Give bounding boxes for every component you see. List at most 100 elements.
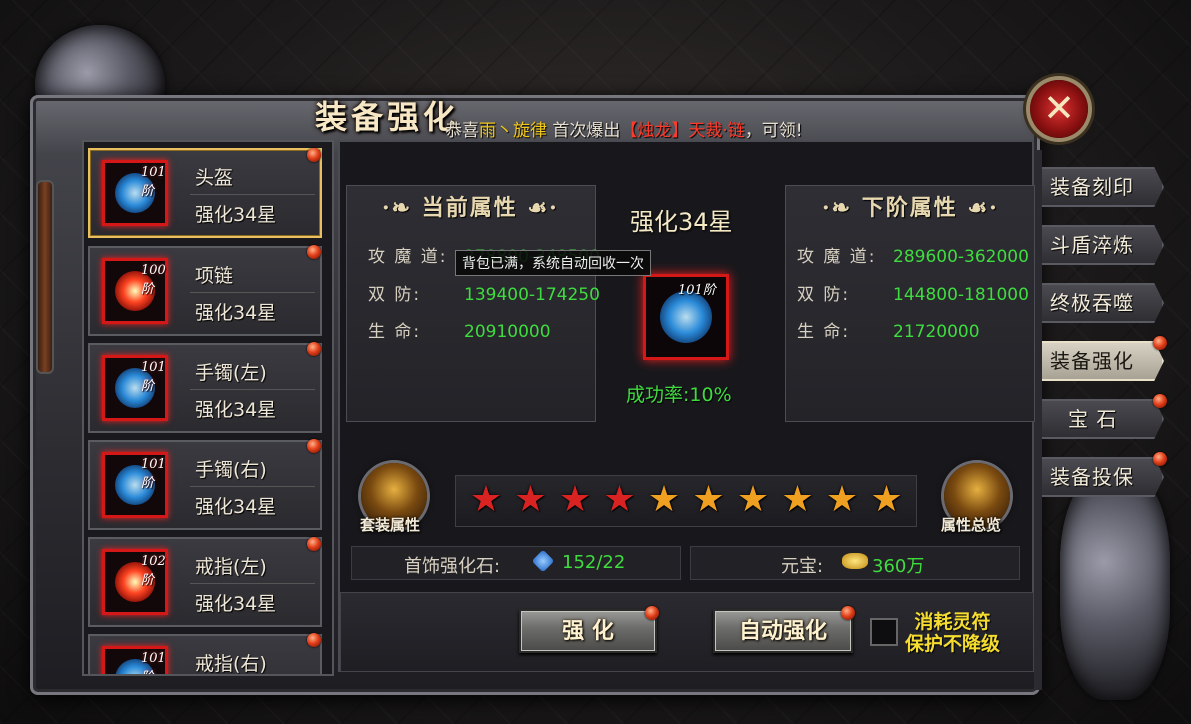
marquee-mid: 首次爆出 bbox=[552, 121, 621, 141]
item-level: 强化34星 bbox=[195, 302, 277, 324]
equipment-icon: 101阶 bbox=[102, 160, 168, 226]
selected-equipment-slot[interactable]: 101阶 bbox=[643, 274, 729, 360]
equipment-icon: 101阶 bbox=[102, 646, 168, 674]
equipment-icon: 101阶 bbox=[102, 355, 168, 421]
item-name: 戒指(左) bbox=[195, 556, 267, 578]
marquee-item: 【烛龙】天裁·链 bbox=[620, 121, 745, 141]
gold-resource: 元宝: bbox=[781, 552, 823, 578]
star-filled-gold-icon: ★ bbox=[870, 479, 903, 520]
star-filled-gold-icon: ★ bbox=[781, 479, 814, 520]
item-tier: 101阶 bbox=[141, 360, 166, 394]
item-tier: 101阶 bbox=[141, 457, 166, 491]
star-filled-red-icon: ★ bbox=[469, 479, 503, 520]
tooltip: 背包已满，系统自动回收一次 bbox=[455, 250, 651, 276]
success-rate: 成功率:10% bbox=[626, 384, 732, 406]
protect-label-line1: 消耗灵符 bbox=[914, 611, 991, 633]
stone-value: 152/22 bbox=[562, 552, 626, 573]
divider bbox=[190, 292, 315, 293]
attr-value: 139400-174250 bbox=[464, 285, 600, 305]
marquee-suffix: ，可领! bbox=[744, 121, 803, 141]
scroll-rail[interactable] bbox=[36, 180, 54, 374]
ornament-icon: ☙· bbox=[517, 195, 559, 221]
stone-resource-box bbox=[351, 546, 681, 580]
gold-label: 元宝: bbox=[781, 556, 824, 577]
button-notification-dot bbox=[645, 606, 659, 620]
equipment-item-ring-right[interactable]: 101阶 戒指(右) bbox=[88, 634, 322, 675]
item-tier: 101阶 bbox=[141, 651, 166, 674]
attr-overview-label: 属性总览 bbox=[941, 516, 1002, 534]
item-tier: 102阶 bbox=[141, 554, 166, 588]
equipment-icon: 100阶 bbox=[102, 258, 168, 324]
equipment-icon: 101阶 bbox=[102, 452, 168, 518]
star-filled-gold-icon: ★ bbox=[692, 479, 725, 520]
star-filled-red-icon: ★ bbox=[558, 479, 592, 520]
tab-equip-enhance[interactable]: 装备强化 bbox=[1042, 341, 1164, 381]
close-button[interactable]: ✕ bbox=[1030, 80, 1088, 138]
attr-label: 生 命: bbox=[368, 322, 422, 342]
gold-value: 360万 bbox=[872, 556, 925, 577]
next-attr-row: 攻 魔 道: 289600-362000 bbox=[797, 242, 1029, 267]
tab-ultimate-devour[interactable]: 终极吞噬 bbox=[1042, 283, 1164, 323]
current-attr-row: 生 命: 20910000 bbox=[368, 317, 551, 342]
attr-value: 20910000 bbox=[464, 322, 551, 342]
item-name: 手镯(右) bbox=[195, 459, 267, 481]
equipment-item-bracelet-right[interactable]: 101阶 手镯(右) 强化34星 bbox=[88, 440, 322, 530]
current-attr-header: ·❧ 当前属性 ☙· bbox=[382, 190, 559, 222]
close-icon: ✕ bbox=[1043, 86, 1075, 130]
auto-enhance-button[interactable]: 自动强化 bbox=[713, 609, 853, 653]
item-notification-dot bbox=[307, 342, 321, 356]
attr-value: 21720000 bbox=[893, 322, 980, 342]
item-name: 戒指(右) bbox=[195, 653, 267, 675]
next-attr-row: 双 防: 144800-181000 bbox=[797, 280, 1029, 305]
tab-equip-insure[interactable]: 装备投保 bbox=[1042, 457, 1164, 497]
tab-shield-temper[interactable]: 斗盾淬炼 bbox=[1042, 225, 1164, 265]
window-title: 装备强化 bbox=[315, 98, 460, 136]
ornament-icon: ☙· bbox=[957, 195, 999, 221]
item-tier: 101阶 bbox=[141, 165, 166, 199]
equipment-item-ring-left[interactable]: 102阶 戒指(左) 强化34星 bbox=[88, 537, 322, 627]
star-filled-gold-icon: ★ bbox=[825, 479, 859, 520]
item-notification-dot bbox=[307, 633, 321, 647]
item-tier: 100阶 bbox=[141, 263, 166, 297]
item-level: 强化34星 bbox=[195, 593, 277, 615]
announcement-marquee: 恭喜雨丶旋律 首次爆出【烛龙】天裁·链，可领! bbox=[445, 116, 803, 141]
attr-label: 双 防: bbox=[797, 285, 851, 305]
tab-gem[interactable]: 宝 石 bbox=[1042, 399, 1164, 439]
tab-notification-dot bbox=[1153, 336, 1167, 350]
equipment-item-necklace[interactable]: 100阶 项链 强化34星 bbox=[88, 246, 322, 336]
equipment-item-bracelet-left[interactable]: 101阶 手镯(左) 强化34星 bbox=[88, 343, 322, 433]
attr-value: 289600-362000 bbox=[893, 247, 1029, 267]
item-notification-dot bbox=[307, 537, 321, 551]
current-attr-title: 当前属性 bbox=[421, 195, 518, 221]
item-name: 项链 bbox=[195, 265, 234, 287]
item-level: 强化34星 bbox=[195, 496, 277, 518]
stone-label: 首饰强化石: bbox=[404, 556, 501, 577]
item-notification-dot bbox=[307, 148, 321, 162]
enhance-button[interactable]: 强 化 bbox=[519, 609, 657, 653]
enhance-level-title: 强化34星 bbox=[630, 208, 733, 236]
equipment-item-helmet[interactable]: 101阶 头盔 强化34星 bbox=[88, 148, 322, 238]
item-name: 头盔 bbox=[195, 167, 234, 189]
gold-ingot-icon bbox=[842, 553, 868, 569]
ornament-icon: ·❧ bbox=[382, 195, 422, 221]
stone-resource: 首饰强化石: bbox=[404, 552, 500, 578]
divider bbox=[190, 194, 315, 195]
attr-label: 攻 魔 道: bbox=[797, 247, 877, 267]
protect-checkbox[interactable] bbox=[870, 618, 898, 646]
item-notification-dot bbox=[307, 245, 321, 259]
star-filled-gold-icon: ★ bbox=[736, 479, 770, 520]
divider bbox=[190, 486, 315, 487]
next-attr-header: ·❧ 下阶属性 ☙· bbox=[822, 190, 999, 222]
item-notification-dot bbox=[307, 439, 321, 453]
tab-notification-dot bbox=[1153, 452, 1167, 466]
marquee-prefix: 恭喜 bbox=[445, 121, 479, 141]
next-attr-row: 生 命: 21720000 bbox=[797, 317, 980, 342]
star-filled-red-icon: ★ bbox=[514, 479, 547, 520]
attr-label: 攻 魔 道: bbox=[368, 247, 448, 267]
tab-equip-engrave[interactable]: 装备刻印 bbox=[1042, 167, 1164, 207]
attr-value: 144800-181000 bbox=[893, 285, 1029, 305]
current-attr-row: 双 防: 139400-174250 bbox=[368, 280, 600, 305]
button-notification-dot bbox=[841, 606, 855, 620]
attr-label: 双 防: bbox=[368, 285, 422, 305]
equipment-list: 101阶 头盔 强化34星 100阶 项链 强化34星 101阶 手镯(左) 强… bbox=[82, 140, 334, 676]
